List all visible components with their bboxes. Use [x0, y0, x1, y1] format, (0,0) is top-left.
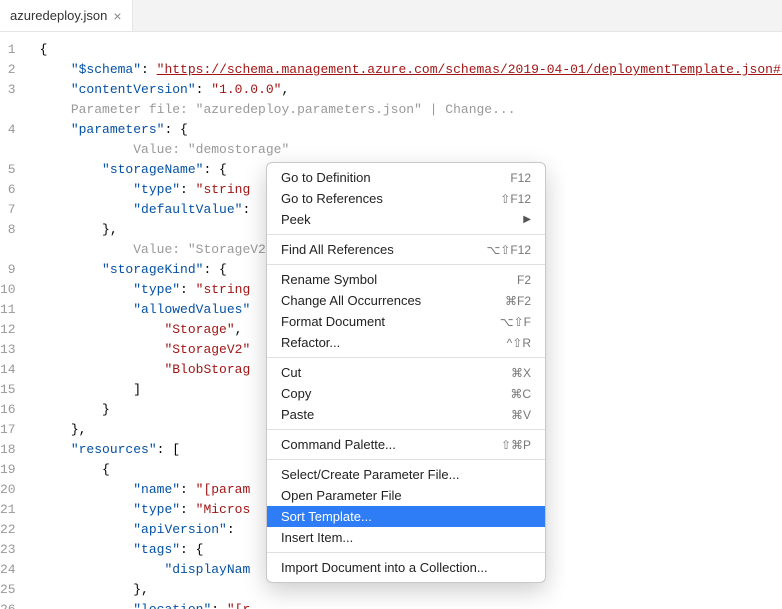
line-number: 1: [0, 40, 16, 60]
line-number: 14: [0, 360, 16, 380]
menu-item[interactable]: Select/Create Parameter File...: [267, 464, 545, 485]
menu-item-label: Cut: [281, 365, 301, 380]
menu-item-label: Change All Occurrences: [281, 293, 421, 308]
line-number: 21: [0, 500, 16, 520]
line-number: [0, 100, 16, 120]
menu-item-label: Peek: [281, 212, 311, 227]
line-number: 13: [0, 340, 16, 360]
menu-shortcut: ⌘F2: [505, 294, 531, 308]
code-line[interactable]: Value: "demostorage": [40, 140, 782, 160]
line-number: 15: [0, 380, 16, 400]
menu-item[interactable]: Insert Item...: [267, 527, 545, 548]
line-number: 24: [0, 560, 16, 580]
menu-shortcut: ⌘C: [510, 387, 531, 401]
line-number: 7: [0, 200, 16, 220]
line-number: 12: [0, 320, 16, 340]
line-number: 19: [0, 460, 16, 480]
line-number: 6: [0, 180, 16, 200]
menu-item-label: Rename Symbol: [281, 272, 377, 287]
line-number: 2: [0, 60, 16, 80]
menu-item[interactable]: Peek ▶: [267, 209, 545, 230]
menu-item-label: Insert Item...: [281, 530, 353, 545]
menu-item-label: Import Document into a Collection...: [281, 560, 488, 575]
line-number: 5: [0, 160, 16, 180]
menu-item-label: Command Palette...: [281, 437, 396, 452]
menu-item-label: Go to Definition: [281, 170, 371, 185]
menu-item[interactable]: Rename Symbol F2: [267, 269, 545, 290]
menu-item-label: Select/Create Parameter File...: [281, 467, 459, 482]
line-number: [0, 140, 16, 160]
line-number: 22: [0, 520, 16, 540]
line-number: 25: [0, 580, 16, 600]
code-line[interactable]: "parameters": {: [40, 120, 782, 140]
line-number: 26: [0, 600, 16, 609]
menu-shortcut: ⇧⌘P: [501, 438, 531, 452]
menu-separator: [267, 357, 545, 358]
menu-item[interactable]: Import Document into a Collection...: [267, 557, 545, 578]
code-line[interactable]: "$schema": "https://schema.management.az…: [40, 60, 782, 80]
menu-item-label: Refactor...: [281, 335, 340, 350]
line-number: 10: [0, 280, 16, 300]
menu-item-label: Sort Template...: [281, 509, 372, 524]
menu-shortcut: ^⇧R: [507, 336, 531, 350]
submenu-arrow-icon: ▶: [523, 214, 531, 225]
menu-item[interactable]: Command Palette... ⇧⌘P: [267, 434, 545, 455]
line-number: 23: [0, 540, 16, 560]
close-icon[interactable]: ×: [113, 8, 121, 24]
line-number: 20: [0, 480, 16, 500]
menu-item-label: Copy: [281, 386, 311, 401]
menu-item[interactable]: Go to References ⇧F12: [267, 188, 545, 209]
line-number: 4: [0, 120, 16, 140]
menu-item[interactable]: Paste ⌘V: [267, 404, 545, 425]
menu-item-label: Go to References: [281, 191, 383, 206]
tab-bar: azuredeploy.json ×: [0, 0, 782, 32]
menu-item[interactable]: Sort Template...: [267, 506, 545, 527]
menu-item[interactable]: Cut ⌘X: [267, 362, 545, 383]
menu-item[interactable]: Change All Occurrences ⌘F2: [267, 290, 545, 311]
line-number: 16: [0, 400, 16, 420]
menu-shortcut: ⌘V: [511, 408, 531, 422]
menu-shortcut: ⇧F12: [500, 192, 531, 206]
menu-item[interactable]: Go to Definition F12: [267, 167, 545, 188]
menu-shortcut: ⌘X: [511, 366, 531, 380]
context-menu: Go to Definition F12 Go to References ⇧F12 P…: [266, 162, 546, 583]
menu-shortcut: F12: [510, 171, 531, 185]
menu-separator: [267, 459, 545, 460]
line-gutter: 1234567891011121314151617181920212223242…: [0, 32, 32, 609]
line-number: 18: [0, 440, 16, 460]
menu-item-label: Open Parameter File: [281, 488, 402, 503]
menu-item[interactable]: Format Document ⌥⇧F: [267, 311, 545, 332]
tab-title: azuredeploy.json: [10, 8, 107, 23]
menu-shortcut: ⌥⇧F12: [486, 243, 531, 257]
line-number: 8: [0, 220, 16, 240]
menu-item[interactable]: Find All References ⌥⇧F12: [267, 239, 545, 260]
code-line[interactable]: "contentVersion": "1.0.0.0",: [40, 80, 782, 100]
menu-separator: [267, 552, 545, 553]
line-number: 17: [0, 420, 16, 440]
menu-separator: [267, 429, 545, 430]
code-line[interactable]: },: [40, 580, 782, 600]
line-number: [0, 240, 16, 260]
code-line[interactable]: "location": "[r: [40, 600, 782, 609]
menu-separator: [267, 264, 545, 265]
tab-azuredeploy[interactable]: azuredeploy.json ×: [0, 0, 133, 31]
menu-shortcut: ⌥⇧F: [500, 315, 531, 329]
menu-separator: [267, 234, 545, 235]
menu-shortcut: F2: [517, 273, 531, 287]
line-number: 11: [0, 300, 16, 320]
menu-item[interactable]: Open Parameter File: [267, 485, 545, 506]
code-line[interactable]: Parameter file: "azuredeploy.parameters.…: [40, 100, 782, 120]
code-line[interactable]: {: [40, 40, 782, 60]
menu-item-label: Find All References: [281, 242, 394, 257]
line-number: 3: [0, 80, 16, 100]
menu-item-label: Format Document: [281, 314, 385, 329]
menu-item-label: Paste: [281, 407, 314, 422]
menu-item[interactable]: Copy ⌘C: [267, 383, 545, 404]
line-number: 9: [0, 260, 16, 280]
menu-item[interactable]: Refactor... ^⇧R: [267, 332, 545, 353]
